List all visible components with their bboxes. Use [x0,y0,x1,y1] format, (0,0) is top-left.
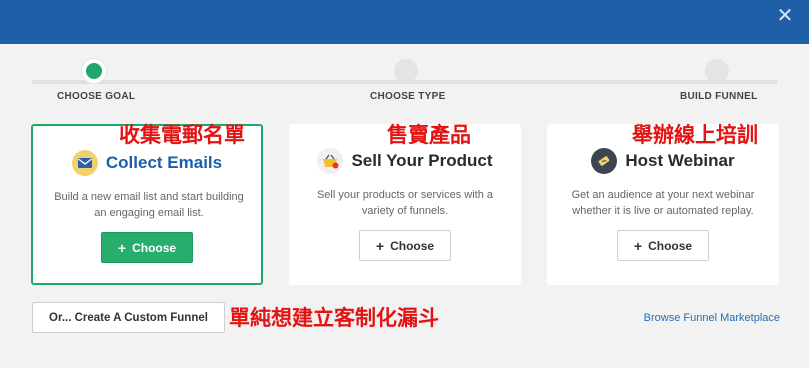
browse-funnel-marketplace-link[interactable]: Browse Funnel Marketplace [644,312,780,324]
annotation-sell: 售賣產品 [387,123,471,147]
choose-button[interactable]: + Choose [617,230,709,261]
card-header: Collect Emails [33,150,261,176]
choose-button-label: Choose [390,238,435,253]
annotation-webinar: 舉辦線上培訓 [632,123,758,147]
step-dot-choose-type[interactable] [394,59,418,83]
shopping-basket-icon [317,148,344,174]
envelope-icon [71,150,98,176]
card-title: Host Webinar [625,151,735,170]
card-title: Collect Emails [105,153,223,172]
annotation-custom: 單純想建立客制化漏斗 [229,306,439,330]
close-icon[interactable]: ✕ [775,6,795,26]
choose-button-label: Choose [132,240,177,255]
choose-button-label: Choose [648,238,693,253]
modal-header-bar: ✕ [0,0,809,44]
card-description: Get an audience at your next webinar whe… [571,189,755,217]
step-label-build-funnel: BUILD FUNNEL [680,91,758,102]
annotation-collect: 收集電郵名單 [119,123,245,147]
card-header: Host Webinar [547,148,779,174]
card-header: Sell Your Product [289,148,521,174]
plus-icon: + [375,237,385,254]
step-dot-choose-goal[interactable] [82,59,106,83]
ticket-icon [591,148,618,174]
choose-button[interactable]: + Choose [101,232,193,263]
step-dot-build-funnel[interactable] [705,59,729,83]
card-description: Build a new email list and start buildin… [54,191,244,219]
step-label-choose-type: CHOOSE TYPE [370,91,446,102]
create-custom-funnel-button[interactable]: Or... Create A Custom Funnel [32,302,225,333]
plus-icon: + [117,239,127,256]
card-title: Sell Your Product [351,151,493,170]
plus-icon: + [633,237,643,254]
step-label-choose-goal: CHOOSE GOAL [57,91,136,102]
choose-button[interactable]: + Choose [359,230,451,261]
card-description: Sell your products or services with a va… [316,189,494,217]
